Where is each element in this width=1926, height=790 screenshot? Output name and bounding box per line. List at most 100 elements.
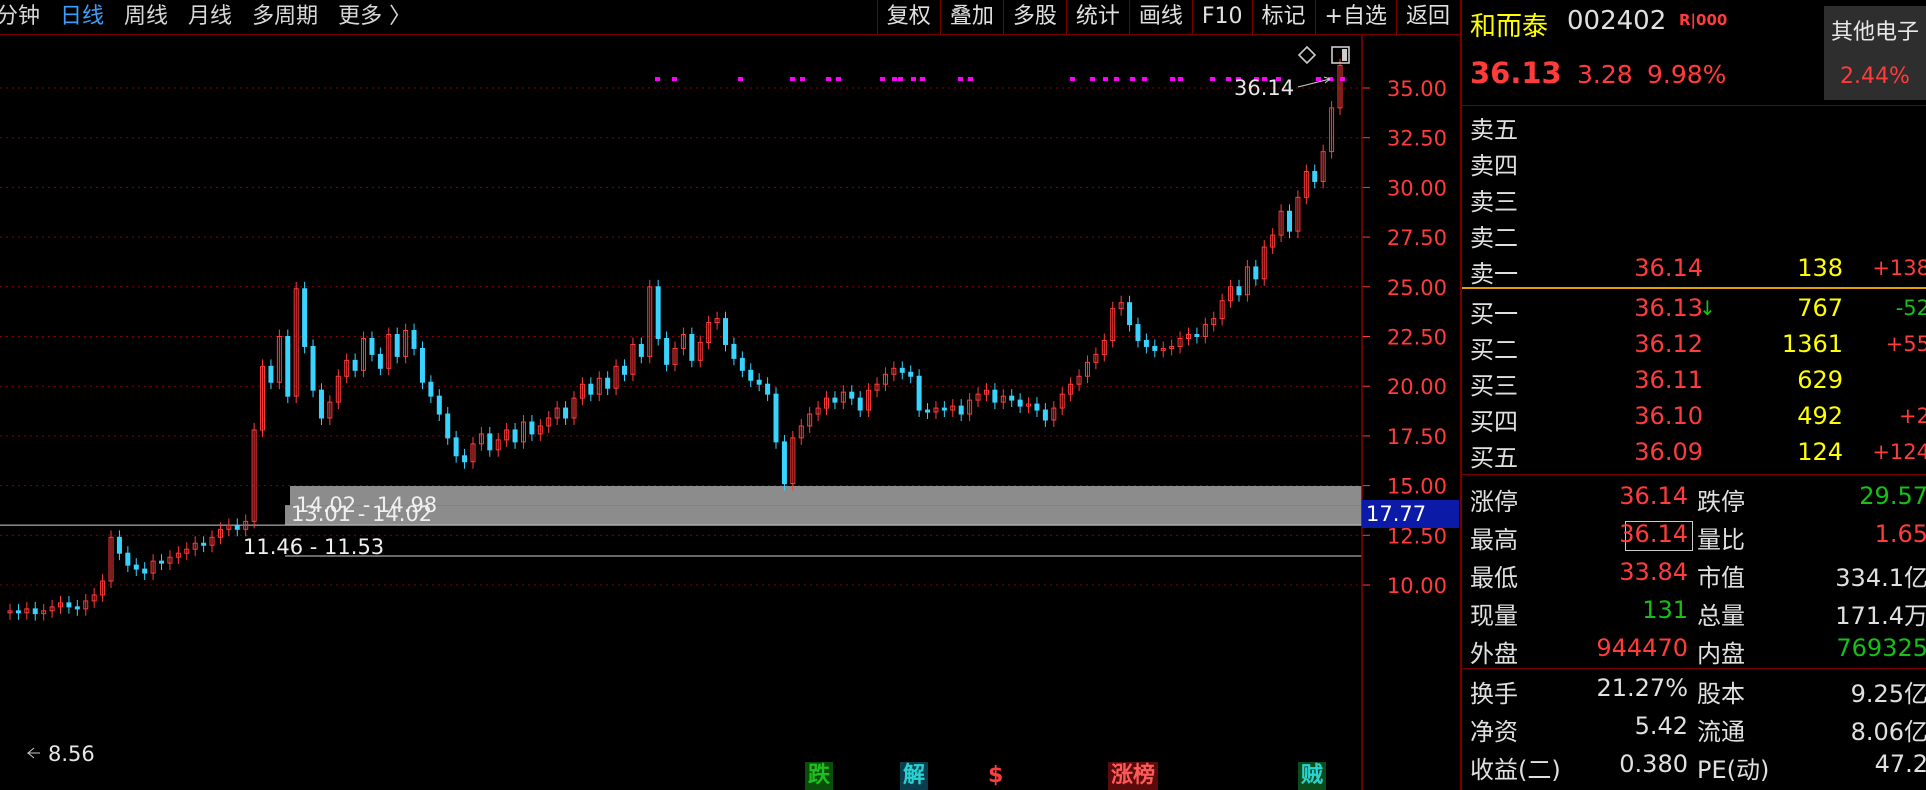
event-marker-limit-up-list[interactable]: 涨榜 — [1108, 762, 1159, 790]
chart-toolbar: 分钟 日线 周线 月线 多周期 更多 〉 复权 叠加 多股 统计 画线 F10 … — [0, 0, 1459, 35]
bid-row-5[interactable]: 买五 36.09 124 +124 — [1462, 436, 1926, 472]
bid-row-2[interactable]: 买二 36.12 1361 +55 — [1462, 328, 1926, 364]
market-cap-value: 334.1亿 — [1835, 564, 1926, 592]
signal-dot — [892, 77, 897, 81]
tab-weekly[interactable]: 周线 — [114, 0, 178, 34]
candle-body — [731, 343, 737, 359]
overlay-button[interactable]: 叠加 — [939, 0, 1003, 34]
f10-button[interactable]: F10 — [1191, 0, 1252, 34]
signal-dot — [672, 77, 677, 81]
bid-label: 买四 — [1470, 408, 1518, 436]
ask-row-1[interactable]: 卖一 36.14 138 +138 — [1462, 252, 1926, 288]
tab-multi-period[interactable]: 多周期 — [242, 0, 328, 34]
multi-stock-button[interactable]: 多股 — [1002, 0, 1066, 34]
tab-more[interactable]: 更多 〉 — [328, 0, 421, 34]
bid-volume: 492 — [1797, 402, 1843, 430]
price-change: 3.28 — [1577, 60, 1633, 89]
orderbook-divider — [1462, 287, 1926, 289]
sector-box[interactable]: 其他电子 2.44% — [1824, 6, 1926, 100]
ask-row-3[interactable]: 卖三 — [1462, 180, 1926, 216]
candle-body — [992, 389, 998, 403]
bid-row-1[interactable]: 买一 36.13 ↓ 767 -52 — [1462, 292, 1926, 328]
candle-body — [133, 564, 139, 570]
period-tabs: 分钟 日线 周线 月线 多周期 更多 〉 — [0, 0, 421, 34]
low-value: 33.84 — [1619, 558, 1688, 586]
candle-body — [285, 336, 291, 397]
candle-body — [159, 560, 165, 564]
last-price: 36.13 — [1470, 56, 1562, 90]
candle-body — [1042, 409, 1048, 421]
candle-body — [318, 389, 324, 419]
limit-down-label: 跌停 — [1697, 488, 1745, 516]
candle-body — [369, 337, 375, 355]
ask-row-4[interactable]: 卖四 — [1462, 144, 1926, 180]
candle-body — [419, 347, 425, 383]
y-tick-label: 10.00 — [1387, 574, 1447, 598]
event-marker-dollar[interactable]: $ — [985, 762, 1006, 790]
candle-body — [908, 371, 914, 377]
mark-button[interactable]: 标记 — [1251, 0, 1315, 34]
signal-dot — [911, 77, 916, 81]
volume-ratio-value: 1.65 — [1874, 520, 1926, 548]
candle-body — [664, 337, 670, 365]
tab-daily[interactable]: 日线 — [50, 0, 114, 34]
signal-dot — [1170, 77, 1175, 81]
high-annotation: 36.14 — [1234, 76, 1294, 100]
candle-body — [832, 397, 838, 403]
y-tick-label: 15.00 — [1387, 475, 1447, 499]
candle-body — [142, 568, 148, 574]
candle-body — [125, 552, 131, 566]
ask-row-5[interactable]: 卖五 — [1462, 108, 1926, 144]
tab-monthly[interactable]: 月线 — [178, 0, 242, 34]
tab-minute[interactable]: 分钟 — [0, 0, 50, 34]
bid-volume: 629 — [1797, 366, 1843, 394]
draw-line-button[interactable]: 画线 — [1128, 0, 1192, 34]
candle-body — [1009, 395, 1015, 401]
ask-volume: 138 — [1797, 254, 1843, 282]
band-label: 13.01 - 14.02 — [291, 502, 432, 526]
bid-row-3[interactable]: 买三 36.11 629 — [1462, 364, 1926, 400]
y-tick-label: 25.00 — [1387, 276, 1447, 300]
tool-buttons: 复权 叠加 多股 统计 画线 F10 标记 +自选 返回 — [876, 0, 1459, 34]
stock-name[interactable]: 和而泰 — [1470, 6, 1548, 43]
bid-row-4[interactable]: 买四 36.10 492 +2 — [1462, 400, 1926, 436]
candle-body — [268, 365, 274, 383]
inner-volume-value: 769325 — [1836, 634, 1926, 662]
statistics-button[interactable]: 统计 — [1065, 0, 1129, 34]
candle-body — [689, 334, 695, 361]
candle-body — [925, 409, 931, 413]
signal-dot — [1130, 77, 1135, 81]
candle-body — [1194, 334, 1200, 337]
event-marker-thief[interactable]: 贼 — [1298, 762, 1327, 790]
sector-change-pct: 2.44% — [1840, 64, 1910, 89]
diamond-icon[interactable] — [1297, 45, 1317, 65]
candle-body — [563, 407, 569, 419]
signal-dot — [1316, 77, 1321, 81]
sector-name: 其他电子 — [1830, 20, 1919, 45]
kline-chart[interactable]: 14.02 - 14.98 13.01 - 14.02 11.46 - 11.53 … — [0, 35, 1459, 790]
signal-dot — [738, 77, 743, 81]
event-marker-drop[interactable]: 跌 — [805, 762, 834, 790]
ask-label: 卖二 — [1470, 224, 1518, 252]
total-volume-value: 171.4万 — [1835, 602, 1926, 630]
bid-price: 36.12 — [1634, 330, 1703, 358]
candle-body — [958, 405, 964, 415]
current-volume-label: 现量 — [1470, 602, 1518, 630]
signal-dot — [1226, 77, 1231, 81]
back-button[interactable]: 返回 — [1395, 0, 1459, 34]
candle-body — [916, 375, 922, 411]
adjust-button[interactable]: 复权 — [876, 0, 940, 34]
ask-row-2[interactable]: 卖二 — [1462, 216, 1926, 252]
stat-row-limit: 涨停 36.14 跌停 29.57 — [1462, 480, 1926, 516]
chart-canvas[interactable]: 14.02 - 14.9813.01 - 14.0211.46 - 11.53 … — [0, 35, 1459, 790]
ask-label: 卖四 — [1470, 152, 1518, 180]
outer-volume-value: 944470 — [1596, 634, 1688, 662]
candle-body — [32, 608, 38, 615]
signal-dot — [920, 77, 925, 81]
event-marker-unlock[interactable]: 解 — [900, 762, 929, 790]
signal-dot — [1103, 77, 1108, 81]
low-label: 最低 — [1470, 564, 1518, 592]
pe-value: 47.2 — [1874, 750, 1926, 778]
quote-panel: 和而泰 002402 R|000 36.13 3.28 9.98% 其他电子 2… — [1460, 0, 1926, 790]
add-watchlist-button[interactable]: +自选 — [1314, 0, 1396, 34]
